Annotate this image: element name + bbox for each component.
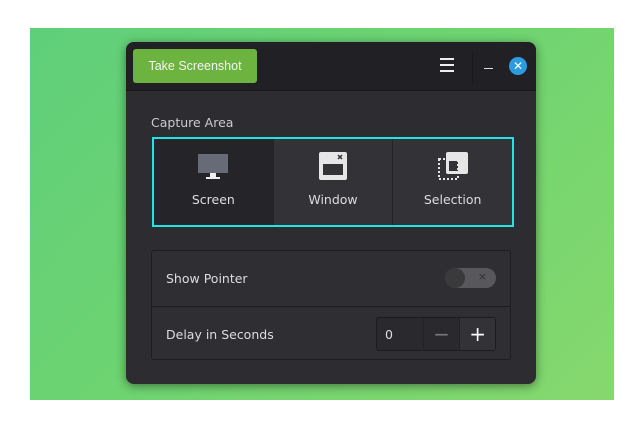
show-pointer-toggle[interactable]: × <box>445 268 496 288</box>
decrement-button[interactable]: − <box>424 318 460 350</box>
header-bar: Take Screenshot ✕ <box>126 42 536 91</box>
settings-list: Show Pointer × Delay in Seconds 0 − + <box>151 250 511 360</box>
delay-row: Delay in Seconds 0 − + <box>152 306 510 361</box>
hamburger-menu-icon[interactable] <box>438 58 456 74</box>
selection-icon <box>437 152 468 180</box>
increment-button[interactable]: + <box>459 318 495 350</box>
minimize-icon[interactable] <box>484 68 493 69</box>
delay-input[interactable]: 0 <box>377 318 424 350</box>
window-icon <box>319 152 347 180</box>
show-pointer-row: Show Pointer × <box>152 251 510 306</box>
capture-selection-option[interactable]: Selection <box>393 139 512 225</box>
toggle-knob <box>445 268 465 288</box>
screen-label: Screen <box>191 192 235 207</box>
delay-label: Delay in Seconds <box>166 326 274 342</box>
close-icon[interactable]: ✕ <box>509 57 527 75</box>
show-pointer-label: Show Pointer <box>166 271 248 286</box>
delay-spinbutton: 0 − + <box>376 317 496 351</box>
selection-label: Selection <box>423 192 482 207</box>
capture-window-option[interactable]: Window <box>274 139 394 225</box>
capture-area-label: Capture Area <box>151 115 234 130</box>
capture-area-selector: Screen Window Selection <box>152 137 514 227</box>
take-screenshot-button[interactable]: Take Screenshot <box>133 49 257 83</box>
window-label: Window <box>308 192 358 207</box>
capture-screen-option[interactable]: Screen <box>154 139 274 225</box>
screenshot-window: Take Screenshot ✕ Capture Area Screen Wi… <box>126 42 536 384</box>
toggle-off-icon: × <box>477 270 487 283</box>
separator <box>472 52 473 84</box>
monitor-icon <box>198 154 229 179</box>
